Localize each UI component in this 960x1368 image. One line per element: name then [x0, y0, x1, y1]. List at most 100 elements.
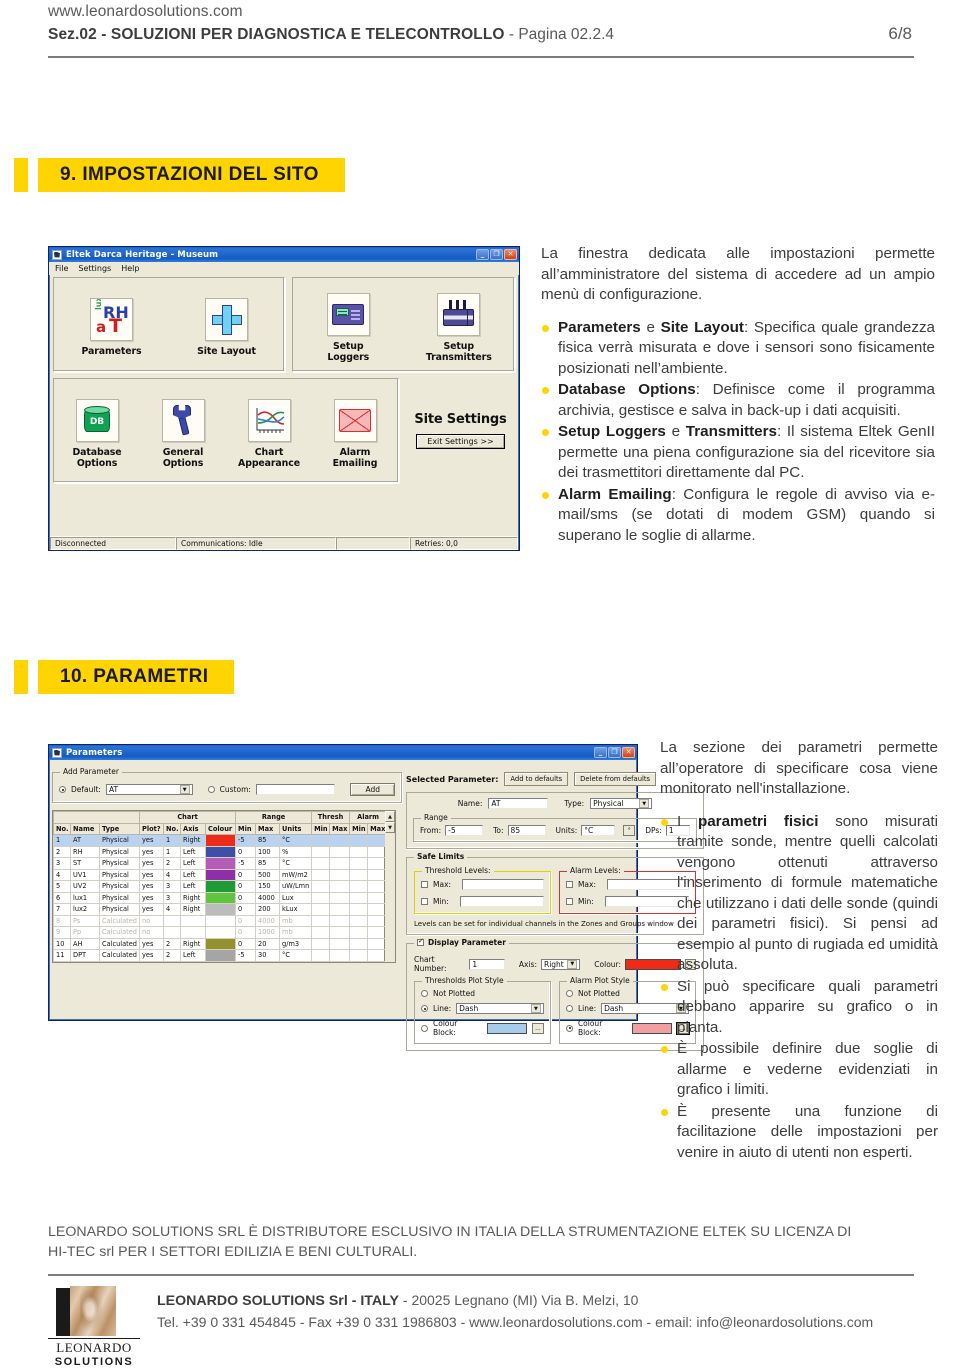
table-row[interactable]: 8 Ps Calculated no 0 4000 mb: [53, 914, 388, 927]
cell-axis: Left: [180, 880, 207, 893]
axis-select[interactable]: Right ▼: [541, 958, 581, 970]
scroll-up-icon[interactable]: ▲: [385, 811, 395, 822]
threshold-max-checkbox[interactable]: [421, 881, 428, 888]
cell-max: 200: [255, 903, 281, 916]
display-parameter-checkbox[interactable]: [417, 938, 424, 946]
settings-item-general-options[interactable]: General Options: [140, 398, 226, 469]
chart-number-input[interactable]: 1: [469, 958, 505, 970]
bullet-rest: È presente una funzione di facilitazione…: [677, 1102, 938, 1161]
col-thresh-min[interactable]: Min: [311, 822, 331, 835]
table-row[interactable]: 6 lux1 Physical yes 3 Right 0 4000 Lux: [53, 891, 388, 904]
col-range-max[interactable]: Max: [255, 822, 281, 835]
threshold-block-browse-button[interactable]: ...: [532, 1022, 544, 1034]
delete-from-defaults-button[interactable]: Delete from defaults: [574, 772, 657, 786]
alarm-block-radio[interactable]: [565, 1024, 573, 1032]
window-titlebar[interactable]: Eltek Darca Heritage - Museum _ ❐ ✕: [49, 247, 519, 262]
threshold-not-plotted-radio[interactable]: [421, 990, 428, 997]
to-input[interactable]: 85: [507, 825, 546, 836]
from-input[interactable]: -5: [445, 825, 484, 836]
table-row[interactable]: 3 ST Physical yes 2 Left -5 85 °C: [53, 857, 388, 870]
close-icon[interactable]: ✕: [622, 747, 635, 758]
minimize-icon[interactable]: _: [594, 747, 607, 758]
settings-item-setup-transmitters[interactable]: Setup Transmitters: [416, 292, 502, 363]
settings-item-alarm-emailing[interactable]: Alarm Emailing: [312, 398, 398, 469]
col-no[interactable]: No.: [53, 822, 71, 835]
table-row[interactable]: 5 UV2 Physical yes 3 Left 0 150 uW/Lmn: [53, 880, 388, 893]
alarm-min-checkbox[interactable]: [565, 898, 573, 905]
selected-parameter-label: Selected Parameter:: [406, 774, 499, 784]
table-row[interactable]: 7 lux2 Physical yes 4 Right 0 200 kLux: [53, 903, 388, 916]
cell-tmax: [329, 903, 351, 916]
chevron-down-icon[interactable]: ▼: [179, 785, 190, 794]
menu-item-help[interactable]: Help: [121, 264, 139, 273]
alarm-not-plotted-radio[interactable]: [565, 990, 573, 997]
window-controls[interactable]: _ ❐ ✕: [476, 249, 517, 260]
alarm-max-checkbox[interactable]: [565, 881, 573, 888]
col-thresh-max[interactable]: Max: [329, 822, 351, 835]
settings-item-database-options[interactable]: DB Database Options: [54, 398, 140, 469]
grid-scrollbar[interactable]: ▲ ▼: [385, 810, 396, 963]
chevron-down-icon[interactable]: ▼: [567, 959, 578, 969]
table-row[interactable]: 2 RH Physical yes 1 Left 0 100%: [53, 845, 388, 858]
col-range-min[interactable]: Min: [235, 822, 257, 835]
cell-cno: 4: [163, 868, 182, 881]
col-type[interactable]: Type: [98, 822, 141, 835]
parameters-window[interactable]: Parameters _ ❐ ✕ Add Parameter Default: …: [48, 744, 704, 1051]
menu-bar[interactable]: File Settings Help: [49, 262, 519, 275]
custom-parameter-input[interactable]: [255, 784, 336, 795]
threshold-line-radio[interactable]: [421, 1005, 428, 1012]
table-row[interactable]: 1 AT Physical yes 1 Right -5 85 °C: [53, 834, 388, 847]
col-alarm-max[interactable]: Max /: [367, 822, 388, 835]
parameters-grid[interactable]: Chart Range Thresh Alarm No. Name Type P…: [52, 810, 388, 963]
chevron-down-icon[interactable]: ▼: [530, 1004, 541, 1013]
settings-item-setup-loggers[interactable]: Setup Loggers: [305, 292, 391, 363]
col-axis[interactable]: Axis: [180, 822, 207, 835]
table-row[interactable]: 9 Pp Calculated no 0 1000 mb: [53, 926, 388, 939]
default-parameter-select[interactable]: AT ▼: [105, 784, 193, 795]
alarm-line-radio[interactable]: [565, 1005, 573, 1012]
threshold-line-select[interactable]: Dash ▼: [456, 1003, 544, 1014]
threshold-max-input[interactable]: [462, 879, 544, 890]
threshold-min-checkbox[interactable]: [421, 898, 428, 905]
menu-item-settings[interactable]: Settings: [78, 264, 111, 273]
col-chart-no[interactable]: No.: [163, 822, 182, 835]
menu-item-file[interactable]: File: [55, 264, 68, 273]
name-label: Name:: [457, 799, 483, 808]
type-select[interactable]: Physical ▼: [590, 798, 653, 809]
table-row[interactable]: 10 AH Calculated yes 2 Right 0 20 g/m3: [53, 937, 388, 950]
col-name[interactable]: Name: [70, 822, 100, 835]
maximize-icon[interactable]: ❐: [608, 747, 621, 758]
col-colour[interactable]: Colour: [205, 822, 237, 835]
settings-item-chart-appearance[interactable]: Chart Appearance: [226, 398, 312, 469]
col-units[interactable]: Units: [279, 822, 313, 835]
threshold-block-swatch[interactable]: [487, 1022, 527, 1034]
name-input[interactable]: AT: [488, 798, 549, 809]
window-titlebar[interactable]: Parameters _ ❐ ✕: [49, 745, 637, 760]
minimize-icon[interactable]: _: [476, 249, 489, 260]
table-row[interactable]: 4 UV1 Physical yes 4 Left 0 500 mW/m2: [53, 868, 388, 881]
threshold-min-input[interactable]: [459, 896, 544, 907]
chevron-down-icon[interactable]: ▼: [639, 799, 650, 808]
cell-units: g/m3: [279, 937, 313, 950]
window-controls[interactable]: _ ❐ ✕: [594, 747, 635, 758]
threshold-block-radio[interactable]: [421, 1024, 428, 1032]
col-alarm-min[interactable]: Min: [349, 822, 369, 835]
units-input[interactable]: °C: [581, 825, 616, 836]
site-settings-window[interactable]: Eltek Darca Heritage - Museum _ ❐ ✕ File…: [48, 246, 520, 551]
footer-note-line-2: HI-TEC srl PER I SETTORI EDILIZIA E BENI…: [48, 1244, 418, 1260]
settings-item-site-layout[interactable]: Site Layout: [184, 298, 270, 357]
custom-radio[interactable]: [207, 786, 215, 793]
maximize-icon[interactable]: ❐: [490, 249, 503, 260]
add-button[interactable]: Add: [350, 783, 395, 796]
degree-symbol-button[interactable]: °: [623, 825, 636, 836]
default-radio[interactable]: [59, 786, 66, 793]
add-to-defaults-button[interactable]: Add to defaults: [504, 772, 569, 786]
cell-plot: yes: [139, 903, 165, 916]
exit-settings-button[interactable]: Exit Settings >>: [416, 434, 505, 449]
col-plot[interactable]: Plot?: [139, 822, 165, 835]
grid-header-row: No. Name Type Plot? No. Axis Colour Min …: [53, 822, 388, 835]
table-row[interactable]: 11 DPT Calculated yes 2 Left -5 30 °C: [53, 949, 388, 962]
scroll-down-icon[interactable]: ▼: [385, 822, 395, 833]
close-icon[interactable]: ✕: [504, 249, 517, 260]
settings-item-parameters[interactable]: lux RH a T Parameters: [69, 298, 155, 357]
